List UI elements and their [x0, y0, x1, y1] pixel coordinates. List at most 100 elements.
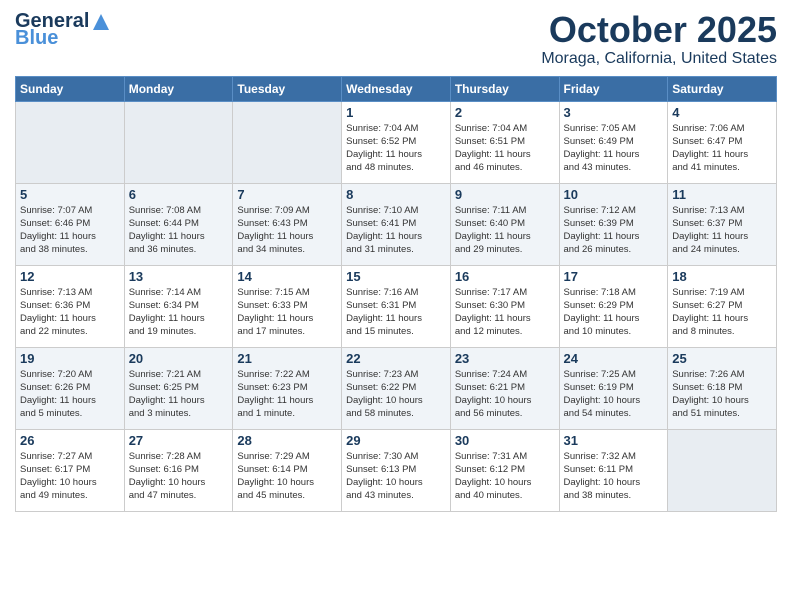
table-row: 20 Sunrise: 7:21 AMSunset: 6:25 PMDayligh…: [124, 347, 233, 429]
day-number: 15: [346, 269, 446, 284]
day-number: 13: [129, 269, 229, 284]
day-info: Sunrise: 7:12 AMSunset: 6:39 PMDaylight:…: [564, 204, 664, 257]
table-row: 7 Sunrise: 7:09 AMSunset: 6:43 PMDaylight…: [233, 183, 342, 265]
day-info: Sunrise: 7:24 AMSunset: 6:21 PMDaylight:…: [455, 368, 555, 421]
day-info: Sunrise: 7:17 AMSunset: 6:30 PMDaylight:…: [455, 286, 555, 339]
day-info: Sunrise: 7:15 AMSunset: 6:33 PMDaylight:…: [237, 286, 337, 339]
table-row: 19 Sunrise: 7:20 AMSunset: 6:26 PMDayligh…: [16, 347, 125, 429]
day-info: Sunrise: 7:25 AMSunset: 6:19 PMDaylight:…: [564, 368, 664, 421]
day-number: 2: [455, 105, 555, 120]
table-row: 16 Sunrise: 7:17 AMSunset: 6:30 PMDayligh…: [450, 265, 559, 347]
header-thursday: Thursday: [450, 76, 559, 101]
table-row: 30 Sunrise: 7:31 AMSunset: 6:12 PMDayligh…: [450, 429, 559, 511]
table-row: 12Sunrise: 7:13 AMSunset: 6:36 PMDayligh…: [16, 265, 125, 347]
day-info: Sunrise: 7:04 AMSunset: 6:52 PMDaylight:…: [346, 122, 446, 175]
day-number: 29: [346, 433, 446, 448]
table-row: 11 Sunrise: 7:13 AMSunset: 6:37 PMDayligh…: [668, 183, 777, 265]
table-row: 23 Sunrise: 7:24 AMSunset: 6:21 PMDayligh…: [450, 347, 559, 429]
day-number: 21: [237, 351, 337, 366]
table-row: 10Sunrise: 7:12 AMSunset: 6:39 PMDayligh…: [559, 183, 668, 265]
day-number: 23: [455, 351, 555, 366]
table-row: 5 Sunrise: 7:07 AMSunset: 6:46 PMDaylight…: [16, 183, 125, 265]
day-number: 31: [564, 433, 664, 448]
table-row: 9Sunrise: 7:11 AMSunset: 6:40 PMDaylight…: [450, 183, 559, 265]
day-number: 19: [20, 351, 120, 366]
day-info: Sunrise: 7:08 AMSunset: 6:44 PMDaylight:…: [129, 204, 229, 257]
logo-icon: [91, 12, 111, 32]
day-info: Sunrise: 7:32 AMSunset: 6:11 PMDaylight:…: [564, 450, 664, 503]
table-row: 15 Sunrise: 7:16 AMSunset: 6:31 PMDayligh…: [342, 265, 451, 347]
day-number: 11: [672, 187, 772, 202]
calendar-subtitle: Moraga, California, United States: [541, 50, 777, 68]
day-number: 26: [20, 433, 120, 448]
day-number: 1: [346, 105, 446, 120]
day-number: 14: [237, 269, 337, 284]
calendar-table: Sunday Monday Tuesday Wednesday Thursday…: [15, 76, 777, 512]
day-info: Sunrise: 7:30 AMSunset: 6:13 PMDaylight:…: [346, 450, 446, 503]
header-saturday: Saturday: [668, 76, 777, 101]
day-number: 8: [346, 187, 446, 202]
table-row: 17 Sunrise: 7:18 AMSunset: 6:29 PMDayligh…: [559, 265, 668, 347]
header-wednesday: Wednesday: [342, 76, 451, 101]
table-row: 8Sunrise: 7:10 AMSunset: 6:41 PMDaylight…: [342, 183, 451, 265]
day-number: 24: [564, 351, 664, 366]
header-monday: Monday: [124, 76, 233, 101]
day-number: 17: [564, 269, 664, 284]
day-number: 4: [672, 105, 772, 120]
day-number: 7: [237, 187, 337, 202]
day-number: 28: [237, 433, 337, 448]
day-info: Sunrise: 7:21 AMSunset: 6:25 PMDaylight:…: [129, 368, 229, 421]
table-row: [668, 429, 777, 511]
day-info: Sunrise: 7:13 AMSunset: 6:37 PMDaylight:…: [672, 204, 772, 257]
table-row: 22 Sunrise: 7:23 AMSunset: 6:22 PMDayligh…: [342, 347, 451, 429]
logo-blue: Blue: [15, 27, 58, 50]
table-row: 24 Sunrise: 7:25 AMSunset: 6:19 PMDayligh…: [559, 347, 668, 429]
day-info: Sunrise: 7:29 AMSunset: 6:14 PMDaylight:…: [237, 450, 337, 503]
table-row: 1 Sunrise: 7:04 AMSunset: 6:52 PMDaylight…: [342, 101, 451, 183]
day-info: Sunrise: 7:16 AMSunset: 6:31 PMDaylight:…: [346, 286, 446, 339]
day-number: 12: [20, 269, 120, 284]
day-number: 16: [455, 269, 555, 284]
table-row: [124, 101, 233, 183]
day-info: Sunrise: 7:18 AMSunset: 6:29 PMDaylight:…: [564, 286, 664, 339]
header-tuesday: Tuesday: [233, 76, 342, 101]
day-number: 3: [564, 105, 664, 120]
day-info: Sunrise: 7:20 AMSunset: 6:26 PMDaylight:…: [20, 368, 120, 421]
table-row: 14 Sunrise: 7:15 AMSunset: 6:33 PMDayligh…: [233, 265, 342, 347]
day-number: 20: [129, 351, 229, 366]
calendar-header-row: Sunday Monday Tuesday Wednesday Thursday…: [16, 76, 777, 101]
table-row: 4Sunrise: 7:06 AMSunset: 6:47 PMDaylight…: [668, 101, 777, 183]
table-row: 18Sunrise: 7:19 AMSunset: 6:27 PMDayligh…: [668, 265, 777, 347]
day-number: 30: [455, 433, 555, 448]
header: General Blue October 2025 Moraga, Califo…: [15, 10, 777, 68]
header-sunday: Sunday: [16, 76, 125, 101]
calendar-title: October 2025: [541, 10, 777, 50]
table-row: 2 Sunrise: 7:04 AMSunset: 6:51 PMDaylight…: [450, 101, 559, 183]
table-row: 25Sunrise: 7:26 AMSunset: 6:18 PMDayligh…: [668, 347, 777, 429]
day-info: Sunrise: 7:07 AMSunset: 6:46 PMDaylight:…: [20, 204, 120, 257]
day-info: Sunrise: 7:31 AMSunset: 6:12 PMDaylight:…: [455, 450, 555, 503]
table-row: 29 Sunrise: 7:30 AMSunset: 6:13 PMDayligh…: [342, 429, 451, 511]
day-number: 5: [20, 187, 120, 202]
day-info: Sunrise: 7:05 AMSunset: 6:49 PMDaylight:…: [564, 122, 664, 175]
day-info: Sunrise: 7:19 AMSunset: 6:27 PMDaylight:…: [672, 286, 772, 339]
table-row: 28 Sunrise: 7:29 AMSunset: 6:14 PMDayligh…: [233, 429, 342, 511]
day-number: 22: [346, 351, 446, 366]
day-number: 25: [672, 351, 772, 366]
day-info: Sunrise: 7:22 AMSunset: 6:23 PMDaylight:…: [237, 368, 337, 421]
day-info: Sunrise: 7:23 AMSunset: 6:22 PMDaylight:…: [346, 368, 446, 421]
day-number: 6: [129, 187, 229, 202]
day-number: 27: [129, 433, 229, 448]
page: General Blue October 2025 Moraga, Califo…: [0, 0, 792, 612]
table-row: 6 Sunrise: 7:08 AMSunset: 6:44 PMDaylight…: [124, 183, 233, 265]
day-info: Sunrise: 7:09 AMSunset: 6:43 PMDaylight:…: [237, 204, 337, 257]
header-friday: Friday: [559, 76, 668, 101]
day-info: Sunrise: 7:04 AMSunset: 6:51 PMDaylight:…: [455, 122, 555, 175]
table-row: [233, 101, 342, 183]
table-row: 21 Sunrise: 7:22 AMSunset: 6:23 PMDayligh…: [233, 347, 342, 429]
title-block: October 2025 Moraga, California, United …: [541, 10, 777, 68]
logo: General Blue: [15, 10, 111, 50]
table-row: 26Sunrise: 7:27 AMSunset: 6:17 PMDayligh…: [16, 429, 125, 511]
day-number: 9: [455, 187, 555, 202]
table-row: 3 Sunrise: 7:05 AMSunset: 6:49 PMDaylight…: [559, 101, 668, 183]
